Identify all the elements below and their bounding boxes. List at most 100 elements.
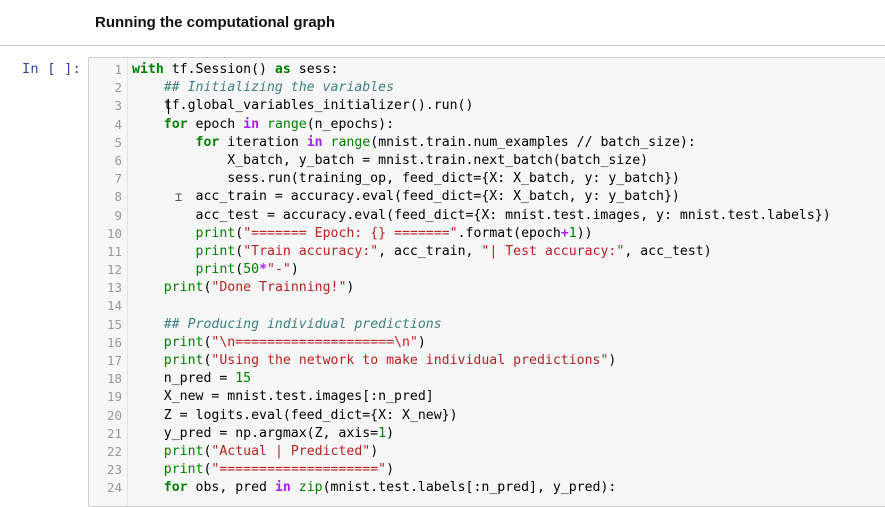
line-number: 9 <box>114 207 122 223</box>
code-line[interactable]: 15 ## Producing individual predictions <box>89 316 885 334</box>
code-text: y_pred = np.argmax(Z, axis=1) <box>132 425 394 443</box>
code-token: ) <box>386 425 395 441</box>
code-token: (n_epochs): <box>306 116 395 132</box>
code-token: ) <box>346 280 355 296</box>
line-number: 16 <box>106 334 122 350</box>
code-token: .format(epoch <box>457 225 561 241</box>
code-token: ( <box>235 225 244 241</box>
code-token: + <box>560 225 569 241</box>
code-cell-input[interactable]: 1 with tf.Session() as sess: 2 ## Initiali… <box>88 57 885 507</box>
code-line[interactable]: 18 n_pred = 15 <box>89 370 885 388</box>
code-token: in <box>274 480 291 496</box>
code-line[interactable]: 12 print(50*"-") <box>89 261 885 279</box>
code-token: (mnist.train.num_examples // batch_size)… <box>370 134 696 150</box>
code-token: print <box>195 225 236 241</box>
code-line[interactable]: 21 y_pred = np.argmax(Z, axis=1) <box>89 425 885 443</box>
code-token: ) <box>370 443 379 459</box>
code-line[interactable]: 5 for iteration in range(mnist.train.num… <box>89 134 885 152</box>
code-token: print <box>195 243 236 259</box>
code-token: "Done Trainning!" <box>211 280 347 296</box>
code-token: "Using the network to make individual pr… <box>211 353 609 368</box>
code-line[interactable]: 24 for obs, pred in zip(mnist.test.label… <box>89 479 885 497</box>
line-number: 11 <box>106 243 122 259</box>
code-token: ## Initializing the variables <box>163 80 395 96</box>
code-text: acc_train = accuracy.eval(feed_dict={X: … <box>132 188 680 206</box>
line-number: 3 <box>114 98 122 114</box>
code-token: "====================" <box>211 462 387 478</box>
code-token: y_pred = np.argmax(Z, axis= <box>132 425 379 441</box>
code-line[interactable]: 3 tf.global_variables_initializer().run(… <box>89 97 885 115</box>
code-token: obs, pred <box>187 480 275 496</box>
code-line[interactable]: 10 print("======= Epoch: {} =======".for… <box>89 225 885 243</box>
code-text: Z = logits.eval(feed_dict={X: X_new}) <box>132 407 458 425</box>
code-token: "Train accuracy:" <box>243 243 379 259</box>
code-text: for iteration in range(mnist.train.num_e… <box>132 134 696 152</box>
code-token: ) <box>608 353 617 368</box>
code-text: ## Producing individual predictions <box>132 316 442 334</box>
code-text: X_new = mnist.test.images[:n_pred] <box>132 388 434 406</box>
line-number: 6 <box>114 152 122 168</box>
code-line[interactable]: 9 acc_test = accuracy.eval(feed_dict={X:… <box>89 207 885 225</box>
code-token: for <box>163 480 188 496</box>
code-token: acc_test = accuracy.eval(feed_dict={X: m… <box>132 207 831 223</box>
code-token: , acc_train, <box>378 243 482 259</box>
code-line[interactable]: 16 print("\n====================\n") <box>89 334 885 352</box>
code-token: 1 <box>378 425 387 441</box>
code-line[interactable]: 19 X_new = mnist.test.images[:n_pred] <box>89 388 885 406</box>
line-number: 13 <box>106 280 122 296</box>
code-text: for obs, pred in zip(mnist.test.labels[:… <box>132 479 617 497</box>
code-token: 15 <box>235 371 252 387</box>
code-text: X_batch, y_batch = mnist.train.next_batc… <box>132 152 648 170</box>
line-number: 4 <box>114 116 122 132</box>
code-token: in <box>306 134 323 150</box>
code-line[interactable]: 23 print("====================") <box>89 461 885 479</box>
code-token: "======= Epoch: {} =======" <box>243 225 458 241</box>
code-token: * <box>259 262 268 278</box>
code-token: ) <box>386 462 395 478</box>
code-token: for <box>195 134 220 150</box>
code-token: print <box>163 353 204 368</box>
code-line[interactable]: 1 with tf.Session() as sess: <box>89 61 885 79</box>
code-line[interactable]: 22 print("Actual | Predicted") <box>89 443 885 461</box>
code-text: n_pred = 15 <box>132 370 251 388</box>
line-number: 12 <box>106 262 122 278</box>
code-line[interactable]: 8 acc_train = accuracy.eval(feed_dict={X… <box>89 188 885 206</box>
code-token: print <box>195 262 236 278</box>
code-text: print("======= Epoch: {} =======".format… <box>132 225 593 243</box>
code-line[interactable]: 14 <box>89 297 885 315</box>
line-number: 7 <box>114 171 122 187</box>
code-token: iteration <box>219 134 307 150</box>
line-number: 20 <box>106 407 122 423</box>
code-token: with <box>132 62 164 77</box>
code-line[interactable]: 13 print("Done Trainning!") <box>89 279 885 297</box>
code-line[interactable]: 20 Z = logits.eval(feed_dict={X: X_new}) <box>89 407 885 425</box>
code-line[interactable]: 4 for epoch in range(n_epochs): <box>89 116 885 134</box>
code-line[interactable]: 17 print("Using the network to make indi… <box>89 352 885 370</box>
code-line[interactable]: 6 X_batch, y_batch = mnist.train.next_ba… <box>89 152 885 170</box>
code-token: X_new = mnist.test.images[:n_pred] <box>132 389 434 405</box>
code-text: ## Initializing the variables <box>132 79 394 97</box>
line-number: 2 <box>114 80 122 96</box>
code-token: sess: <box>290 62 339 77</box>
code-text: tf.global_variables_initializer().run() <box>132 97 474 115</box>
code-line[interactable]: 11 print("Train accuracy:", acc_train, "… <box>89 243 885 261</box>
code-line[interactable]: 7 sess.run(training_op, feed_dict={X: X_… <box>89 170 885 188</box>
code-text: sess.run(training_op, feed_dict={X: X_ba… <box>132 170 680 188</box>
code-token: ## Producing individual predictions <box>163 316 442 332</box>
code-token: "-" <box>267 262 291 278</box>
code-token: Z = logits.eval(feed_dict={X: X_new}) <box>132 407 458 423</box>
code-line[interactable]: 2 ## Initializing the variables <box>89 79 885 97</box>
code-token: X_batch, y_batch = mnist.train.next_batc… <box>132 152 649 168</box>
markdown-heading: Running the computational graph <box>95 14 335 31</box>
line-number: 5 <box>114 134 122 150</box>
code-token: ) <box>417 334 426 350</box>
code-editor[interactable]: 1 with tf.Session() as sess: 2 ## Initiali… <box>89 61 885 498</box>
code-token: "\n====================\n" <box>211 334 418 350</box>
